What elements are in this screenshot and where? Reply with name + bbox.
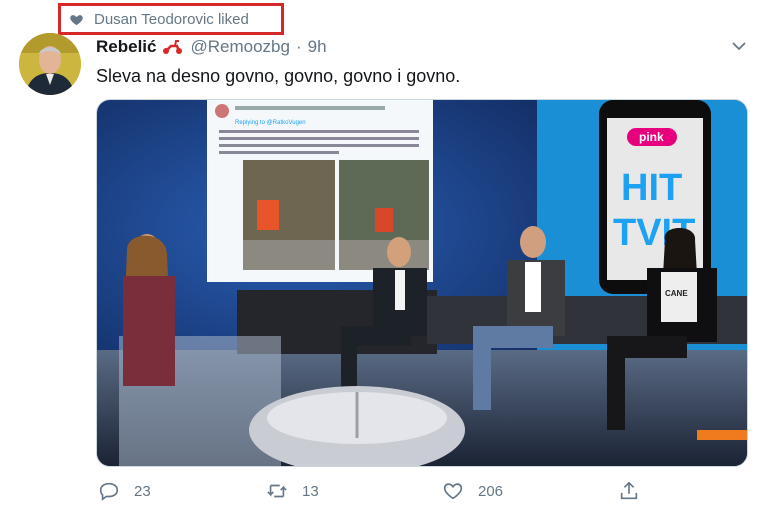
liked-notice: Dusan Teodorovic liked bbox=[58, 3, 284, 35]
author-avatar[interactable] bbox=[19, 33, 81, 95]
chevron-down-icon[interactable] bbox=[731, 38, 747, 54]
like-action[interactable]: 206 bbox=[442, 480, 503, 502]
show-title-hit: HIT bbox=[621, 167, 682, 209]
heart-icon bbox=[70, 14, 83, 25]
retweet-icon bbox=[267, 484, 287, 498]
like-count: 206 bbox=[478, 482, 504, 500]
pink-logo-text: pink bbox=[639, 130, 664, 144]
author-name[interactable]: Rebelić bbox=[96, 37, 156, 57]
reply-icon bbox=[99, 482, 119, 501]
tshirt-text: CANE bbox=[665, 289, 688, 298]
tweet-actions: 23 13 206 bbox=[96, 480, 656, 506]
share-icon bbox=[620, 481, 638, 500]
meta-separator: · bbox=[295, 37, 302, 56]
scooter-icon bbox=[163, 40, 183, 54]
author-handle[interactable]: @Remoozbg bbox=[190, 37, 289, 57]
tweet-media-image[interactable]: Replying to @RatkoVugen pink HIT TVIT CA… bbox=[96, 99, 748, 467]
liked-notice-text: Dusan Teodorovic liked bbox=[94, 10, 249, 28]
reply-action[interactable]: 23 bbox=[98, 480, 151, 502]
tweet-timestamp[interactable]: 9h bbox=[308, 37, 327, 57]
retweet-action[interactable]: 13 bbox=[266, 480, 319, 502]
tweet-header: Rebelić @Remoozbg · 9h bbox=[96, 37, 327, 57]
retweet-count: 13 bbox=[302, 482, 319, 500]
heart-outline-icon bbox=[443, 483, 463, 500]
tweet-text: Sleva na desno govno, govno, govno i gov… bbox=[96, 66, 461, 86]
share-action[interactable] bbox=[618, 480, 640, 502]
reply-count: 23 bbox=[134, 482, 151, 500]
embedded-reply-text: Replying to @RatkoVugen bbox=[235, 120, 306, 126]
